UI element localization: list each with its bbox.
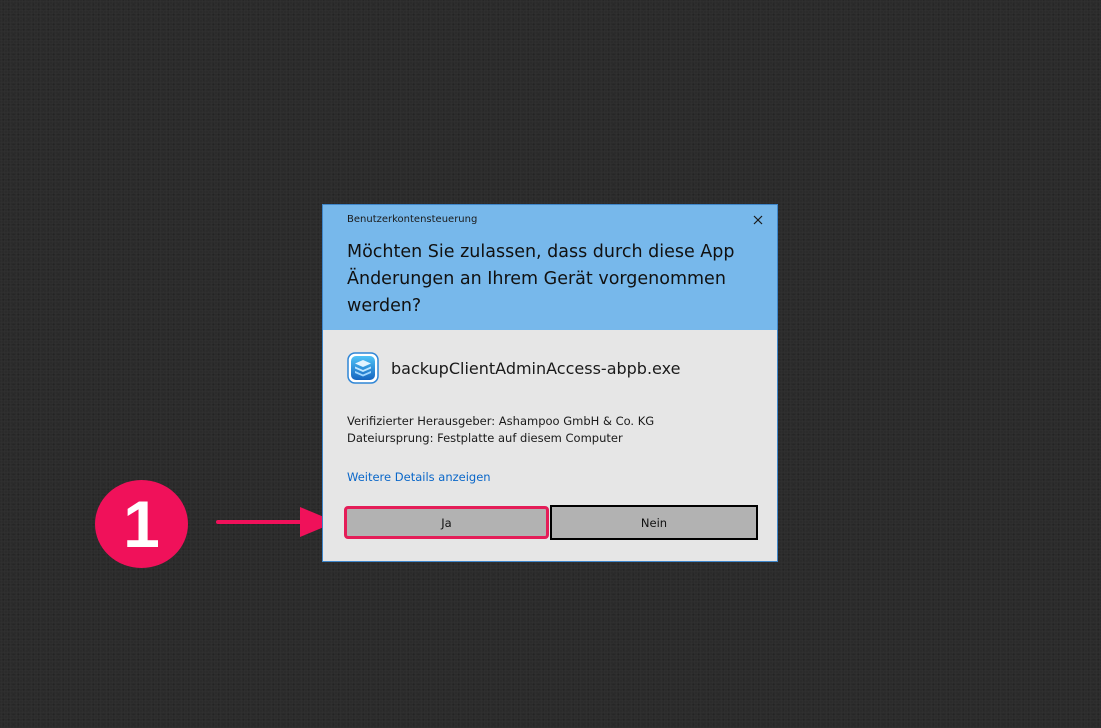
step-number-badge: 1 [95, 480, 188, 568]
publisher-info: Verifizierter Herausgeber: Ashampoo GmbH… [347, 413, 654, 447]
uac-dialog: Benutzerkontensteuerung Möchten Sie zula… [322, 204, 778, 562]
no-button[interactable]: Nein [550, 505, 758, 540]
show-details-link[interactable]: Weitere Details anzeigen [347, 470, 491, 484]
app-info-row: backupClientAdminAccess-abpb.exe [347, 350, 680, 386]
dialog-question: Möchten Sie zulassen, dass durch diese A… [347, 242, 735, 316]
publisher-line: Verifizierter Herausgeber: Ashampoo GmbH… [347, 414, 655, 428]
origin-line: Dateiursprung: Festplatte auf diesem Com… [347, 431, 623, 445]
close-icon[interactable] [748, 210, 768, 230]
yes-button[interactable]: Ja [344, 506, 549, 539]
pointer-arrow-icon [216, 507, 336, 537]
dialog-header: Benutzerkontensteuerung Möchten Sie zula… [323, 205, 777, 330]
dialog-title: Benutzerkontensteuerung [347, 214, 478, 225]
backup-app-icon [347, 352, 379, 384]
app-name: backupClientAdminAccess-abpb.exe [391, 358, 681, 378]
